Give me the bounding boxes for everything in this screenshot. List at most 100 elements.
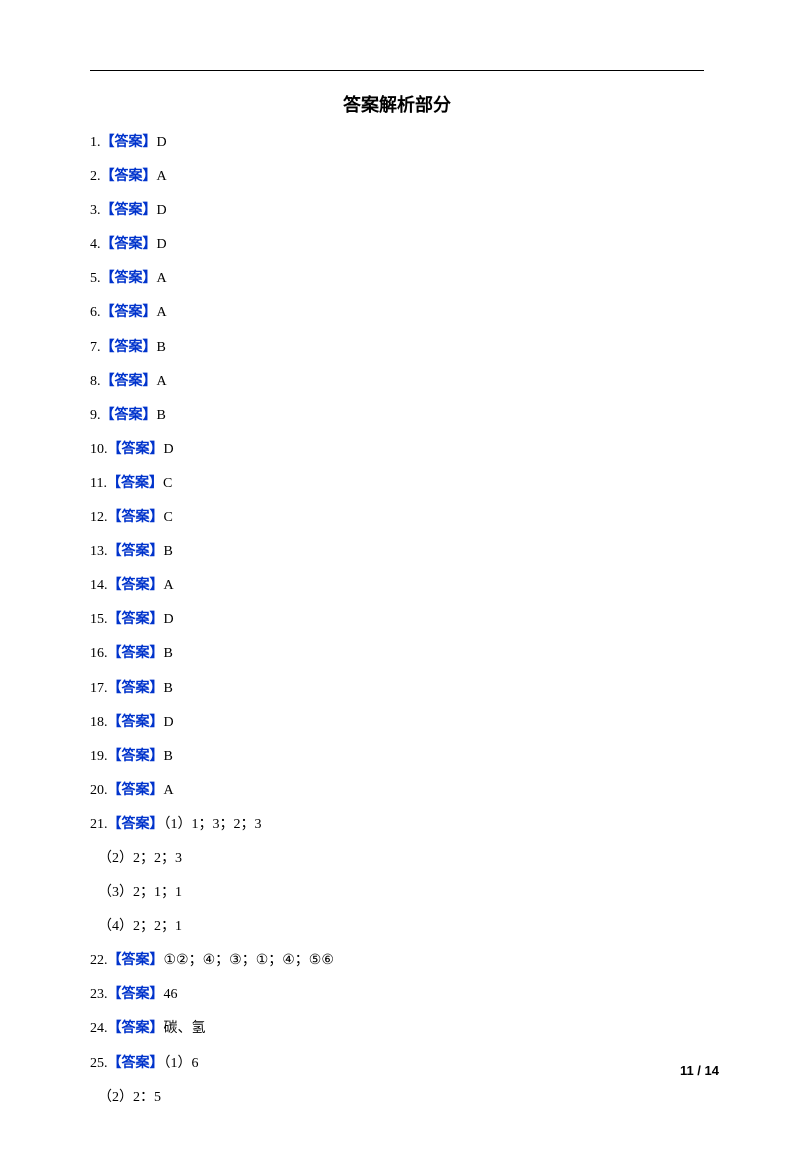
answer-value: D [157,135,167,150]
answer-label: 【答案】 [108,1021,164,1036]
answer-value: （1）1；3；2；3 [164,817,262,832]
answer-line: 10.【答案】D [90,440,704,460]
answer-line: 4.【答案】D [90,235,704,255]
answer-label: 【答案】 [108,646,164,661]
answer-line: 15.【答案】D [90,610,704,630]
answer-value: A [157,169,167,184]
question-number: 13. [90,544,108,559]
answer-label: 【答案】 [101,169,157,184]
answer-value: A [164,783,174,798]
divider [90,70,704,71]
answer-value: A [157,305,167,320]
answer-value: D [157,203,167,218]
answer-label: 【答案】 [108,1056,164,1071]
answer-line: 6.【答案】A [90,303,704,323]
answer-value: D [164,442,174,457]
question-number: 11. [90,476,107,491]
answer-label: 【答案】 [101,340,157,355]
question-number: 5. [90,271,101,286]
answer-line: 21.【答案】（1）1；3；2；3 [90,815,704,835]
answer-label: 【答案】 [101,271,157,286]
answer-line: 11.【答案】C [90,474,704,494]
answer-line: 1.【答案】D [90,133,704,153]
answer-line: 5.【答案】A [90,269,704,289]
answer-line: 22.【答案】①②；④；③；①；④；⑤⑥ [90,951,704,971]
answer-label: 【答案】 [101,374,157,389]
answer-line: 23.【答案】46 [90,985,704,1005]
answer-value: A [157,374,167,389]
question-number: 18. [90,715,108,730]
question-number: 20. [90,783,108,798]
answer-sub-line: （3）2；1；1 [98,883,704,903]
question-number: 1. [90,135,101,150]
answer-sub-line: （2）2：5 [98,1088,704,1108]
answer-label: 【答案】 [101,305,157,320]
answer-line: 13.【答案】B [90,542,704,562]
page-number: 11 [680,1063,694,1078]
answer-line: 12.【答案】C [90,508,704,528]
page-footer: 11 / 14 [680,1063,719,1078]
question-number: 14. [90,578,108,593]
answer-value: A [164,578,174,593]
question-number: 21. [90,817,108,832]
question-number: 22. [90,953,108,968]
answer-line: 2.【答案】A [90,167,704,187]
answer-label: 【答案】 [108,442,164,457]
answer-label: 【答案】 [101,203,157,218]
answer-label: 【答案】 [101,408,157,423]
question-number: 17. [90,681,108,696]
answer-value: D [164,612,174,627]
answer-value: 碳、氢 [164,1021,206,1036]
answer-line: 9.【答案】B [90,406,704,426]
question-number: 3. [90,203,101,218]
page-content: 答案解析部分 1.【答案】D2.【答案】A3.【答案】D4.【答案】D5.【答案… [0,0,794,1162]
answer-value: B [157,340,166,355]
answer-label: 【答案】 [101,135,157,150]
answer-line: 20.【答案】A [90,781,704,801]
answer-label: 【答案】 [108,612,164,627]
answer-label: 【答案】 [108,749,164,764]
answer-line: 24.【答案】碳、氢 [90,1019,704,1039]
question-number: 6. [90,305,101,320]
answer-value: 46 [164,987,178,1002]
section-title: 答案解析部分 [90,91,704,117]
answer-line: 16.【答案】B [90,644,704,664]
answer-sub-line: （4）2；2；1 [98,917,704,937]
answer-value: B [164,646,173,661]
question-number: 7. [90,340,101,355]
answer-value: B [164,544,173,559]
answer-line: 14.【答案】A [90,576,704,596]
question-number: 12. [90,510,108,525]
answer-line: 19.【答案】B [90,747,704,767]
answer-line: 8.【答案】A [90,372,704,392]
total-pages: 14 [705,1063,719,1078]
question-number: 10. [90,442,108,457]
answer-label: 【答案】 [108,987,164,1002]
answer-value: B [164,749,173,764]
page-separator: / [694,1063,705,1078]
answer-line: 25.【答案】（1）6 [90,1054,704,1074]
question-number: 9. [90,408,101,423]
answer-line: 17.【答案】B [90,679,704,699]
answer-value: A [157,271,167,286]
answer-value: B [164,681,173,696]
question-number: 15. [90,612,108,627]
answer-value: D [157,237,167,252]
answer-value: C [163,476,172,491]
answer-list: 1.【答案】D2.【答案】A3.【答案】D4.【答案】D5.【答案】A6.【答案… [90,133,704,1107]
answer-label: 【答案】 [108,578,164,593]
answer-label: 【答案】 [108,817,164,832]
answer-sub-line: （2）2；2；3 [98,849,704,869]
question-number: 23. [90,987,108,1002]
question-number: 25. [90,1056,108,1071]
answer-label: 【答案】 [108,544,164,559]
answer-value: （1）6 [164,1056,199,1071]
answer-line: 7.【答案】B [90,338,704,358]
answer-label: 【答案】 [108,681,164,696]
question-number: 24. [90,1021,108,1036]
question-number: 4. [90,237,101,252]
question-number: 19. [90,749,108,764]
question-number: 16. [90,646,108,661]
question-number: 2. [90,169,101,184]
answer-label: 【答案】 [108,715,164,730]
